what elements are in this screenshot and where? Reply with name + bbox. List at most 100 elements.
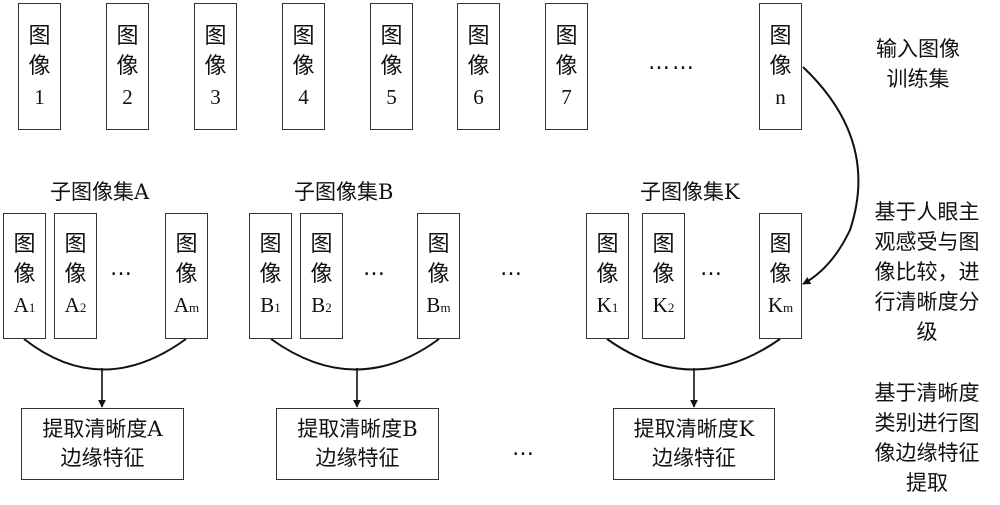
training-image-7: 图 像 7 [545,3,588,130]
image-char: 像 [769,261,792,287]
step3-label-line: 类别进行图 [874,411,980,435]
image-subscript: 2 [325,299,332,315]
training-image-6: 图 像 6 [457,3,500,130]
training-image-1: 图 像 1 [18,3,61,130]
step2-label-line: 基于人眼主 [874,200,980,224]
training-image-n: 图 像 n [759,3,802,130]
image-index: 3 [210,84,221,109]
step2-label-line: 观感受与图 [874,230,980,254]
image-subscript: m [783,299,794,315]
step3-label: 基于清晰度 类别进行图 像边缘特征 提取 [867,378,987,498]
between-subsets-ellipsis: … [500,256,524,281]
merge-arc-b [270,338,440,371]
subset-image: 图 像 K2 [642,213,685,339]
step1-label: 输入图像 训练集 [858,34,978,94]
image-char: 图 [204,23,227,49]
image-index: 6 [473,84,484,109]
image-char: 像 [596,261,619,287]
step1-label-line: 输入图像 [876,37,960,61]
image-char: 图 [427,231,450,257]
extract-label-line: 边缘特征 [652,446,736,470]
subset-image: 图 像 B1 [249,213,292,339]
image-index: K2 [653,290,675,323]
image-char: 图 [596,231,619,257]
image-char: 图 [64,231,87,257]
image-letter: B [260,292,275,317]
step2-label-line: 行清晰度分 [874,290,980,314]
image-char: 像 [175,261,198,287]
merge-arc-k [606,338,781,371]
image-char: 图 [769,231,792,257]
merge-arc-a [23,338,187,371]
image-char: 图 [259,231,282,257]
image-char: 图 [310,231,333,257]
image-letter: A [64,292,80,317]
image-char: 图 [467,23,490,49]
image-char: 像 [64,261,87,287]
image-char: 图 [175,231,198,257]
extract-label-line: 边缘特征 [315,446,400,470]
subset-image: 图 像 K1 [586,213,629,339]
image-char: 图 [116,23,139,49]
extract-box-b: 提取清晰度B 边缘特征 [276,408,439,480]
image-letter: A [13,292,29,317]
image-index: 2 [122,84,133,109]
image-index: Km [768,290,793,323]
image-index: 4 [298,84,309,109]
image-char: 像 [13,261,36,287]
image-char: 像 [204,53,227,79]
subset-ellipsis: … [363,256,387,281]
extract-label-line: 提取清晰度B [297,417,418,441]
subset-ellipsis: … [700,256,724,281]
between-extract-ellipsis: … [512,436,536,461]
step3-label-line: 提取 [906,471,948,495]
classification-arrow [802,66,860,285]
step1-label-line: 训练集 [886,67,950,91]
subset-image: 图 像 B2 [300,213,343,339]
subset-ellipsis: … [110,256,134,281]
image-subscript: 2 [79,299,87,315]
image-char: 图 [652,231,675,257]
image-index: K1 [597,290,619,323]
image-index: n [775,84,786,109]
step3-label-line: 像边缘特征 [874,441,980,465]
subset-title-b: 子图像集B [294,180,394,204]
training-image-5: 图 像 5 [370,3,413,130]
subset-image: 图 像 A2 [54,213,97,339]
subset-image: 图 像 Am [165,213,208,339]
training-image-3: 图 像 3 [194,3,237,130]
image-char: 图 [555,23,578,49]
image-index: 5 [386,84,397,109]
image-index: 1 [34,84,45,109]
image-index: 7 [561,84,572,109]
image-char: 像 [427,261,450,287]
image-letter: B [311,292,326,317]
image-letter: K [767,292,784,317]
step2-label: 基于人眼主 观感受与图 像比较，进 行清晰度分 级 [867,197,987,347]
image-char: 图 [292,23,315,49]
image-index: B2 [311,290,332,323]
image-letter: B [426,292,441,317]
image-index: A1 [14,290,36,323]
image-char: 图 [28,23,51,49]
training-ellipsis: …… [648,50,696,75]
training-image-2: 图 像 2 [106,3,149,130]
image-index: A2 [65,290,87,323]
image-subscript: 1 [28,299,36,315]
extract-label-line: 提取清晰度A [42,417,163,441]
subset-title-k: 子图像集K [640,180,740,204]
training-image-4: 图 像 4 [282,3,325,130]
image-char: 像 [259,261,282,287]
image-subscript: m [440,299,451,315]
step3-label-line: 基于清晰度 [874,381,980,405]
image-char: 像 [769,53,792,79]
image-subscript: 2 [667,299,675,315]
extract-label-line: 提取清晰度K [633,417,755,441]
image-char: 像 [555,53,578,79]
subset-image: 图 像 Bm [417,213,460,339]
extract-box-a: 提取清晰度A 边缘特征 [21,408,184,480]
subset-image: 图 像 Km [759,213,802,339]
image-letter: K [596,292,612,317]
image-index: Am [174,290,199,323]
image-subscript: m [189,299,200,315]
